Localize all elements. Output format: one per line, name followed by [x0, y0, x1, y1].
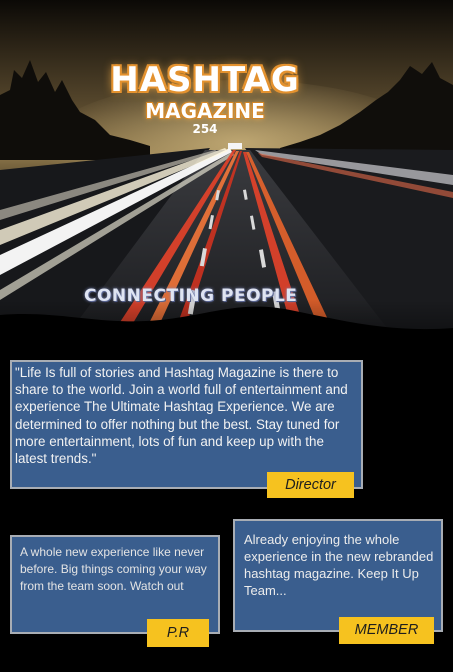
member-quote-text: Already enjoying the whole experience in…	[244, 532, 434, 598]
member-quote-card: Already enjoying the whole experience in…	[233, 519, 443, 632]
pr-role-tag: P.R	[147, 619, 209, 647]
director-role-tag: Director	[267, 472, 354, 498]
director-quote-text: "Life Is full of stories and Hashtag Mag…	[15, 365, 348, 467]
member-role-tag: MEMBER	[339, 617, 434, 644]
tagline: CONNECTING PEOPLE	[84, 286, 298, 306]
hero-banner: HASHTAG MAGAZINE 254 CONNECTING PEOPLE	[0, 0, 453, 345]
pr-quote-text: A whole new experience like never before…	[20, 545, 207, 593]
director-quote-card: "Life Is full of stories and Hashtag Mag…	[10, 360, 363, 489]
